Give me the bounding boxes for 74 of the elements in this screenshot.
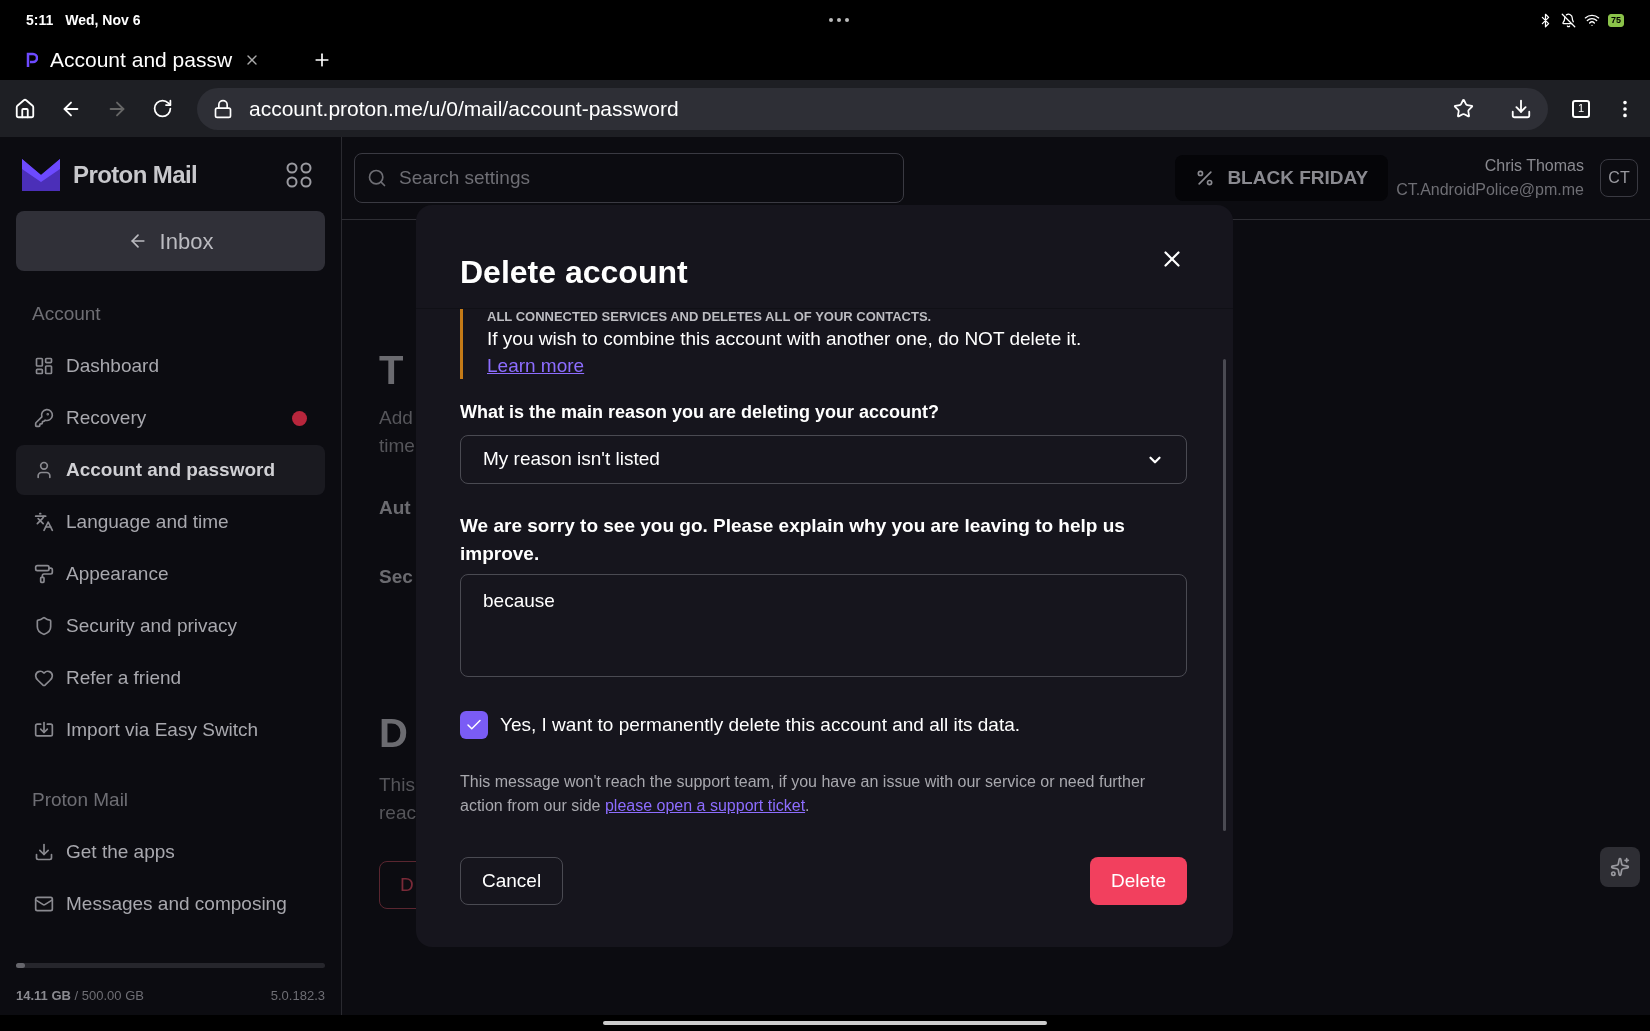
explain-field[interactable]: because <box>460 574 1187 677</box>
section-title: Account <box>31 301 102 326</box>
section-title: Proton Mail <box>31 787 130 812</box>
sidebar-item[interactable]: Import via Easy Switch <box>16 705 325 755</box>
app-name: Proton Mail <box>73 160 198 190</box>
more-dots-icon <box>828 17 851 23</box>
warning-text: If you wish to combine this account with another one, do NOT delete it. <box>487 327 1083 351</box>
menu-item-icon <box>34 668 54 688</box>
confirm-label[interactable]: Yes, I want to permanently delete this account and all its data. <box>500 711 1020 740</box>
page-text: This <box>379 773 416 797</box>
page-heading: D <box>379 713 409 753</box>
sidebar-item[interactable]: Appearance <box>16 549 325 599</box>
avatar-initials[interactable]: CT <box>1600 159 1638 197</box>
explain-label: We are sorry to see you go. Please explain why you are leaving to help us improve. <box>460 514 1126 566</box>
menu-item-icon <box>34 408 54 428</box>
promo-button[interactable]: BLACK FRIDAY <box>1175 155 1389 201</box>
reload-icon[interactable] <box>152 98 173 119</box>
support-note: This message won't reach the support team, if you have an issue with our service or need further action from our side please open a support ticket. <box>460 771 1147 816</box>
status-time: 5:11 <box>26 10 54 30</box>
cancel-button[interactable]: Cancel <box>460 857 564 905</box>
menu-item-icon <box>34 720 54 740</box>
page-text: time <box>379 434 416 458</box>
page-heading: T <box>379 350 405 390</box>
user-name: Chris Thomas <box>1484 156 1584 176</box>
browser-tab-title[interactable]: Account and passw <box>50 44 233 76</box>
menu-item-icon <box>34 616 54 636</box>
menu-item-icon <box>34 842 54 862</box>
wifi-icon <box>1584 12 1600 28</box>
tab-count[interactable]: 1 <box>1572 99 1590 118</box>
search-icon <box>367 168 387 188</box>
menu-item-icon <box>34 512 54 532</box>
page-label: Aut <box>379 496 412 520</box>
sidebar-item[interactable]: Refer a friend <box>16 653 325 703</box>
sidebar-item[interactable]: Get the apps <box>16 827 325 877</box>
dialog-title: Delete account <box>460 253 688 292</box>
page-text: reac <box>379 801 417 825</box>
sidebar-item[interactable]: Dashboard <box>16 341 325 391</box>
mail-logo-icon <box>21 158 61 192</box>
home-icon[interactable] <box>14 97 36 120</box>
star-icon[interactable] <box>1453 98 1474 119</box>
delete-button[interactable]: Delete <box>1090 857 1187 905</box>
scrollbar[interactable] <box>1223 359 1226 831</box>
menu-item-icon <box>34 460 54 480</box>
floating-button[interactable] <box>1600 847 1640 887</box>
lock-icon <box>213 98 233 119</box>
confirm-checkbox[interactable] <box>460 711 488 740</box>
site-logo-icon <box>26 52 38 68</box>
sidebar-item[interactable]: Language and time <box>16 497 325 547</box>
page-label: Sec <box>379 564 414 589</box>
sparkle-icon <box>1610 857 1630 877</box>
menu-item-icon <box>34 894 54 914</box>
search-field[interactable]: Search settings <box>354 153 904 203</box>
sidebar-item[interactable]: Account and password <box>16 445 325 495</box>
reason-select[interactable]: My reason isn't listed <box>460 435 1187 484</box>
inbox-button[interactable]: Inbox <box>16 211 325 271</box>
battery-level: 75 <box>1608 13 1624 27</box>
apps-grid-icon[interactable] <box>286 162 312 188</box>
sidebar-item[interactable]: Recovery <box>16 393 325 443</box>
status-date: Wed, Nov 6 <box>65 10 141 30</box>
download-icon[interactable] <box>1510 97 1532 120</box>
menu-item-icon <box>34 564 54 584</box>
bell-off-icon <box>1561 12 1576 28</box>
page-text: Add <box>379 406 414 430</box>
learn-more-link[interactable]: Learn more <box>487 355 585 376</box>
menu-item-icon <box>34 356 54 376</box>
warning-text: ALL CONNECTED SERVICES AND DELETES ALL OF YOUR CONTACTS. <box>487 309 933 325</box>
sidebar-item[interactable]: Security and privacy <box>16 601 325 651</box>
address-bar[interactable]: account.proton.me/u/0/mail/account-password <box>197 87 1548 130</box>
sidebar-item[interactable]: Messages and composing <box>16 879 325 929</box>
app-version: 5.0.182.3 <box>270 986 325 1005</box>
user-email: CT.AndroidPolice@pm.me <box>1396 180 1584 200</box>
url-text: account.proton.me/u/0/mail/account-password <box>249 95 680 122</box>
storage-used: 14.11 GB / 500.00 GB <box>16 986 144 1005</box>
reason-label: What is the main reason you are deleting your account? <box>460 401 941 424</box>
